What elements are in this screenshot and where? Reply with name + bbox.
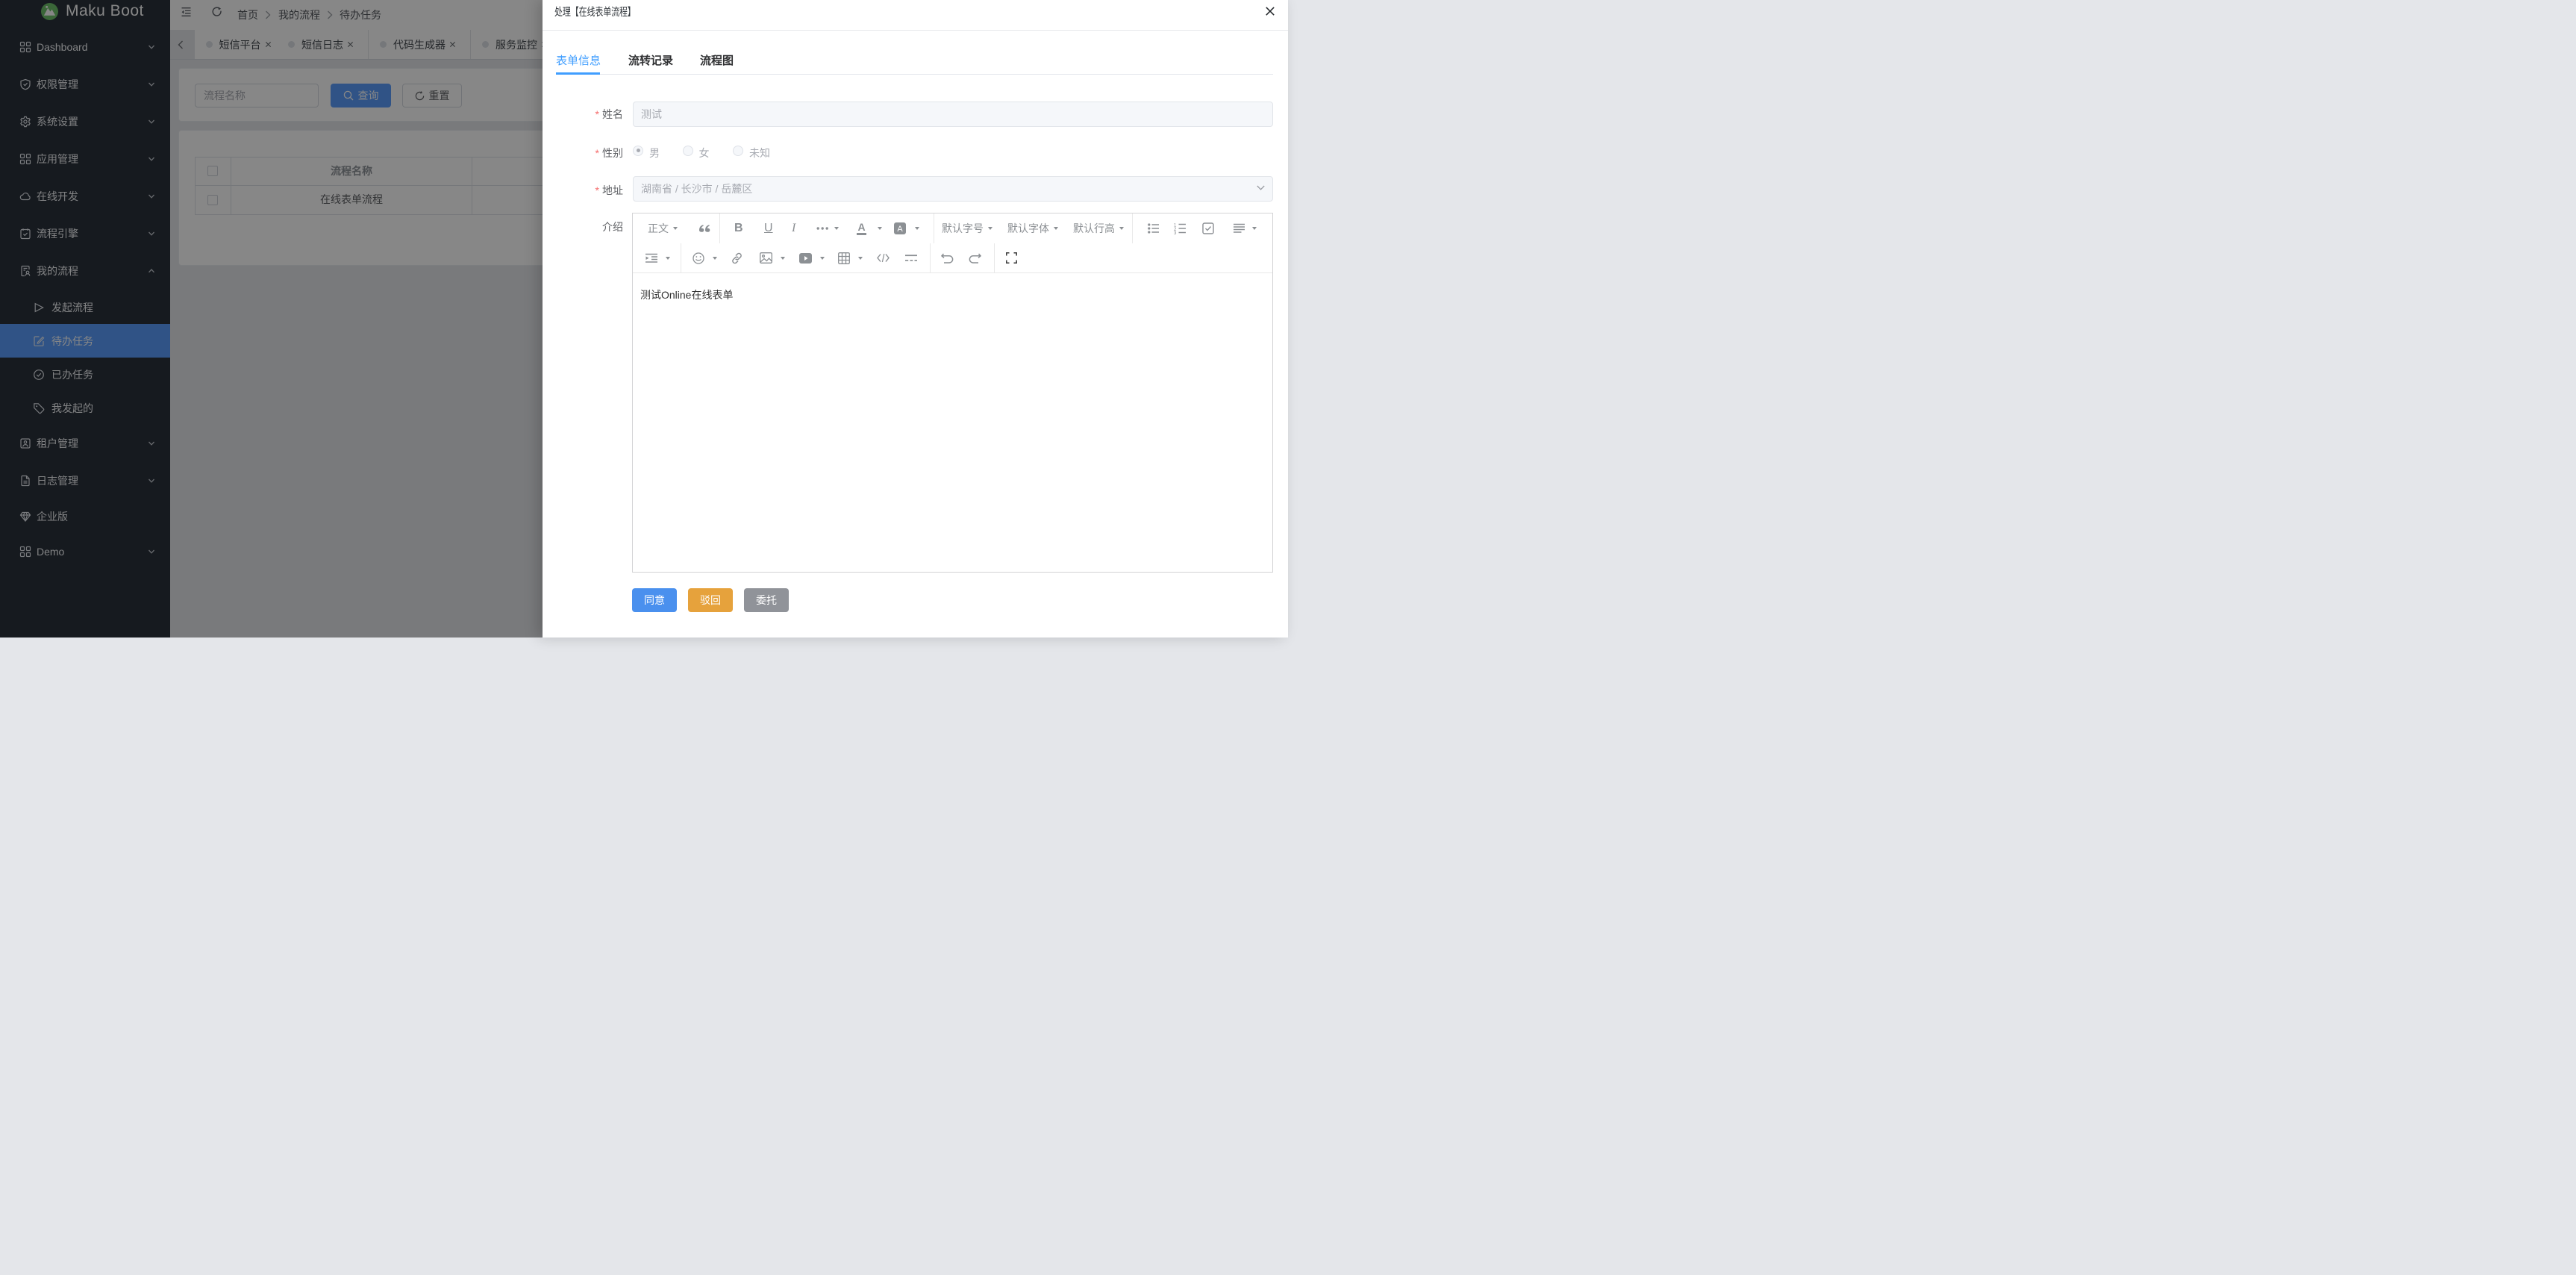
svg-text:A: A (897, 225, 903, 234)
svg-text:3: 3 (1174, 231, 1177, 234)
